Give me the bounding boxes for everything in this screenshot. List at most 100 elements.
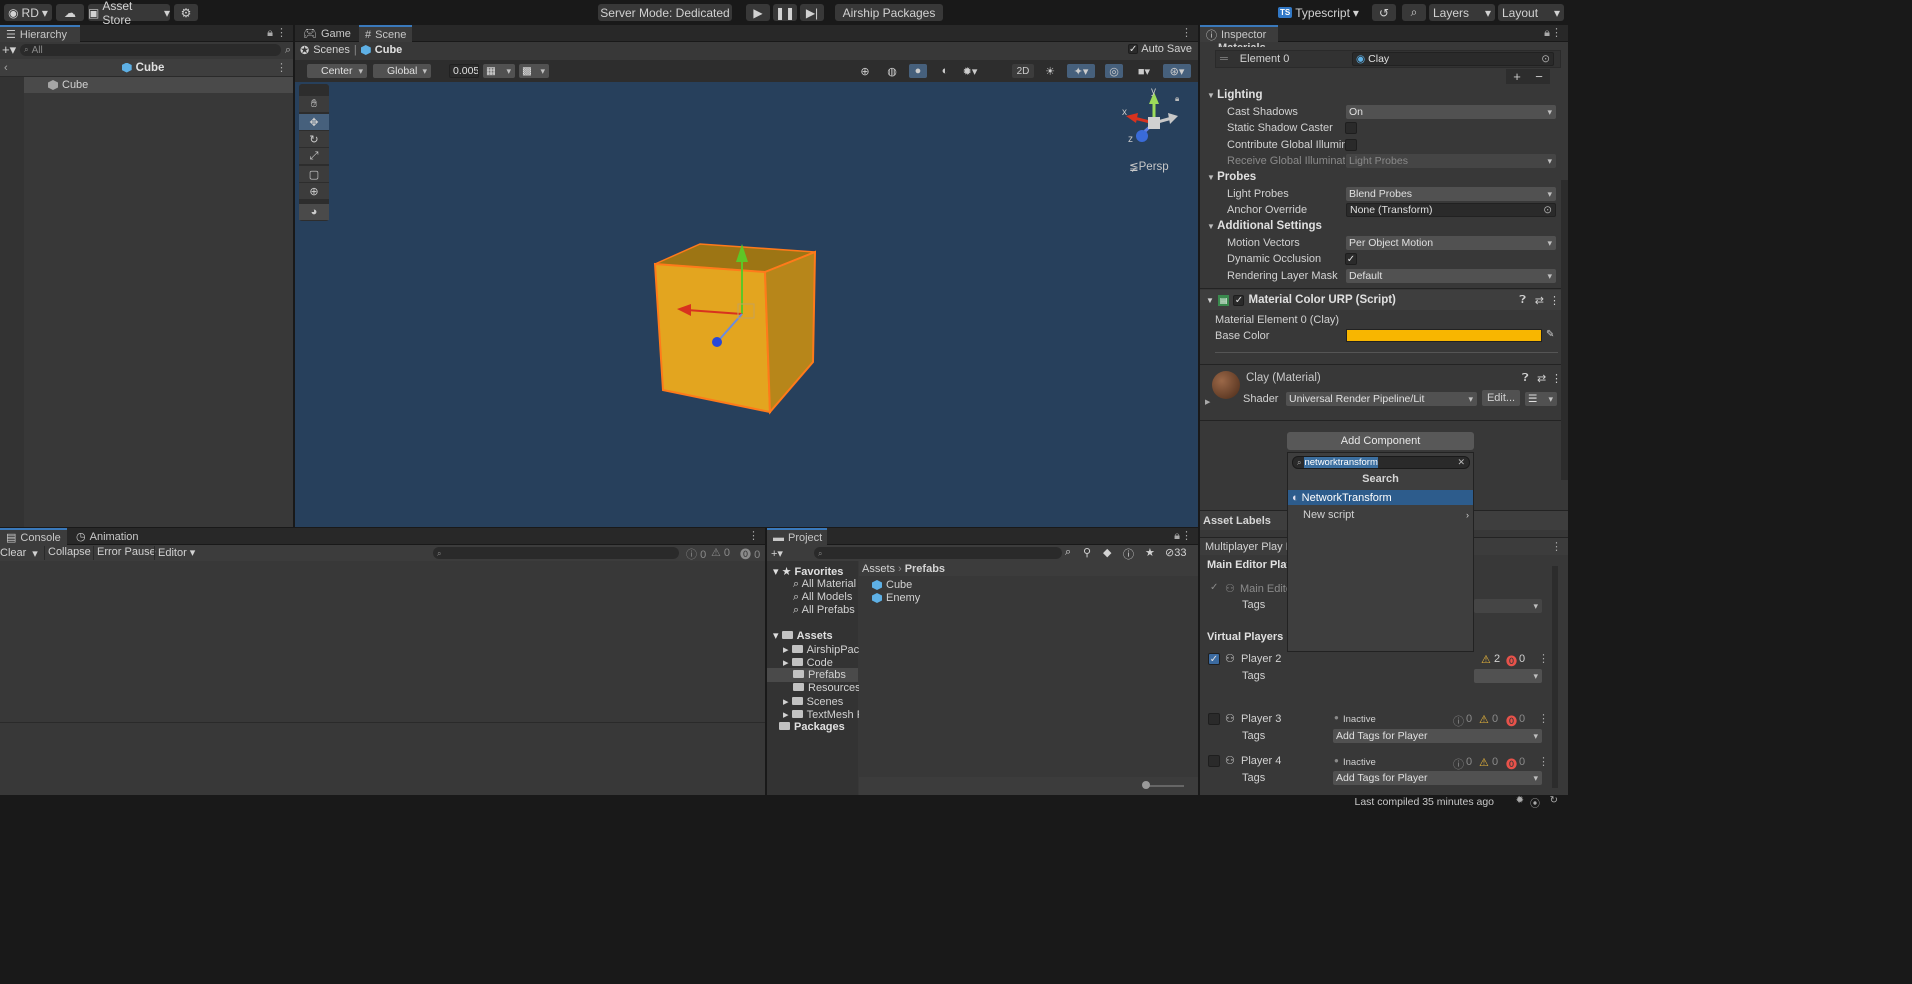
move-tool-icon[interactable]: ✥ xyxy=(299,114,329,130)
rendering-layer-dropdown[interactable]: Default xyxy=(1346,269,1556,283)
add-icon[interactable]: + xyxy=(1513,69,1521,84)
edit-shader-button[interactable]: Edit... xyxy=(1482,390,1520,406)
asset-store-button[interactable]: ▣ Asset Store ▾ xyxy=(88,0,170,27)
add-component-button[interactable]: Add Component xyxy=(1287,432,1474,450)
more-icon[interactable]: ⋮ xyxy=(1181,529,1192,542)
wireframe-icon[interactable]: ⊕ xyxy=(856,64,874,78)
expand-icon[interactable]: ▶ xyxy=(1205,398,1210,406)
back-icon[interactable]: ‹ xyxy=(4,62,8,74)
tab-hierarchy[interactable]: ☰ Hierarchy xyxy=(0,25,80,42)
player-2-tags-dropdown[interactable] xyxy=(1474,669,1542,683)
project-search-input[interactable]: ⌕ xyxy=(814,547,1062,559)
shaded-wire-icon[interactable]: ◍ xyxy=(883,64,901,78)
cloud-button[interactable]: ☁ xyxy=(56,4,84,21)
player-3-tags-dropdown[interactable]: Add Tags for Player xyxy=(1333,729,1542,743)
hierarchy-item[interactable]: Cube xyxy=(24,77,293,93)
account-dropdown[interactable]: ◉ RD ▾ xyxy=(4,4,52,21)
add-icon[interactable]: +▾ xyxy=(2,42,16,58)
remove-icon[interactable]: − xyxy=(1535,69,1543,84)
more-icon[interactable]: ⋮ xyxy=(748,529,759,542)
help-icon[interactable]: ❓︎ xyxy=(1522,372,1529,385)
receive-gi-dropdown[interactable]: Light Probes xyxy=(1346,154,1556,168)
pivot-dropdown[interactable]: Center xyxy=(307,64,367,78)
result-new-script[interactable]: New script › xyxy=(1288,507,1473,522)
search-scope-icon[interactable]: ⌕ xyxy=(1065,546,1071,559)
dynamic-occlusion-checkbox[interactable]: ✓ xyxy=(1345,253,1357,265)
tab-scene[interactable]: # Scene xyxy=(359,25,413,42)
debug-icon[interactable]: ✹▾ xyxy=(961,64,979,78)
multiplayer-scrollbar[interactable] xyxy=(1552,566,1558,788)
clear-button[interactable]: Clear xyxy=(0,547,26,559)
assets-header[interactable]: ▾ Assets xyxy=(773,629,833,642)
player-3-checkbox[interactable] xyxy=(1208,713,1220,725)
console-divider[interactable] xyxy=(0,722,765,723)
error-pause-button[interactable]: Error Pause xyxy=(93,546,159,560)
cube-object[interactable] xyxy=(635,232,835,422)
clear-icon[interactable]: ✕ xyxy=(1457,457,1465,468)
icon-size-slider[interactable] xyxy=(1144,785,1184,787)
shader-options-dropdown[interactable]: ☰ xyxy=(1525,392,1557,406)
object-picker-icon[interactable]: ⊙ xyxy=(1541,53,1550,65)
typescript-dropdown[interactable]: TS Typescript ▾ xyxy=(1278,4,1366,21)
light-probes-dropdown[interactable]: Blend Probes xyxy=(1346,187,1556,201)
auto-save-toggle[interactable]: ✓ Auto Save xyxy=(1128,43,1192,55)
cast-shadows-dropdown[interactable]: On xyxy=(1346,105,1556,119)
layout-dropdown[interactable]: Layout ▾ xyxy=(1498,4,1564,21)
folder-item[interactable]: ▸ Scenes xyxy=(783,695,843,708)
presets-icon[interactable]: ⇄ xyxy=(1535,294,1544,307)
filter-label-icon[interactable]: ◆ xyxy=(1103,546,1111,559)
transform-tool-icon[interactable]: ⊕ xyxy=(299,183,329,199)
rotate-tool-icon[interactable]: ↻ xyxy=(299,131,329,147)
more-icon[interactable]: ⋮ xyxy=(1538,755,1549,768)
layers-dropdown[interactable]: Layers ▾ xyxy=(1429,4,1495,21)
unlit-icon[interactable]: ◐ xyxy=(936,64,954,78)
hidden-objects-icon[interactable]: ◎ xyxy=(1105,64,1123,78)
probes-section[interactable]: Probes xyxy=(1207,171,1256,183)
step-button[interactable]: ▶| xyxy=(800,4,824,21)
pause-button[interactable]: ❚❚ xyxy=(773,4,797,21)
camera-icon[interactable]: ■▾ xyxy=(1130,64,1158,78)
folder-item-selected[interactable]: Prefabs xyxy=(793,669,846,681)
help-icon[interactable]: ❓︎ xyxy=(1519,294,1526,307)
folder-item[interactable]: ▸ TextMesh P xyxy=(783,708,864,721)
increment-snap-dropdown[interactable]: ▩ xyxy=(519,64,549,78)
scale-tool-icon[interactable]: ⤢ xyxy=(299,148,329,164)
folder-item[interactable]: Resources xyxy=(793,682,861,694)
settings-button[interactable]: ⚙ xyxy=(174,4,198,21)
additional-settings-section[interactable]: Additional Settings xyxy=(1207,220,1322,232)
asset-item[interactable]: Enemy xyxy=(872,592,920,604)
inspector-scrollbar[interactable] xyxy=(1561,180,1568,480)
play-button[interactable]: ▶ xyxy=(746,4,770,21)
player-4-tags-dropdown[interactable]: Add Tags for Player xyxy=(1333,771,1542,785)
static-shadow-checkbox[interactable] xyxy=(1345,122,1357,134)
more-icon[interactable]: ⋮ xyxy=(1538,712,1549,725)
favorite-star-icon[interactable]: ★ xyxy=(1145,546,1155,559)
auto-save-checkbox[interactable]: ✓ xyxy=(1128,44,1139,55)
shaded-icon[interactable]: ● xyxy=(909,64,927,78)
player-2-checkbox[interactable]: ✓ xyxy=(1208,653,1220,665)
lock-icon[interactable]: 🔒︎ xyxy=(1544,27,1550,40)
error-count-toggle[interactable]: ⓿ 0 xyxy=(740,546,760,562)
editor-dropdown[interactable]: Editor ▾ xyxy=(154,546,198,560)
scene-viewport[interactable]: ✋︎ ✥ ↻ ⤢ ▢ ⊕ ◕ y x z 🔒︎ ≨Persp xyxy=(295,82,1198,527)
tab-game[interactable]: 🎮︎ Game xyxy=(297,25,357,42)
element0-field[interactable]: ◉ Clay ⊙ xyxy=(1352,52,1554,66)
favorite-item[interactable]: ⌕ All Models xyxy=(793,591,852,604)
network-icon[interactable]: ⦿ xyxy=(1530,795,1540,810)
rect-tool-icon[interactable]: ▢ xyxy=(299,166,329,182)
lock-icon[interactable]: 🔒︎ xyxy=(1175,94,1179,104)
player-4-checkbox[interactable] xyxy=(1208,755,1220,767)
space-dropdown[interactable]: Global xyxy=(373,64,431,78)
tab-project[interactable]: ▬ Project xyxy=(767,528,827,545)
effects-icon[interactable]: ✦▾ xyxy=(1067,64,1095,78)
more-icon[interactable]: ⋮ xyxy=(1551,540,1562,553)
motion-vectors-dropdown[interactable]: Per Object Motion xyxy=(1346,236,1556,250)
add-icon[interactable]: +▾ xyxy=(771,547,783,560)
icon-size-slider-thumb[interactable] xyxy=(1142,781,1150,789)
mode-2d-button[interactable]: 2D xyxy=(1012,64,1034,78)
tab-console[interactable]: ▤ Console xyxy=(0,528,67,545)
more-icon[interactable]: ⋮ xyxy=(1538,652,1549,665)
result-networktransform[interactable]: ◐ NetworkTransform xyxy=(1288,490,1473,505)
presets-icon[interactable]: ⇄ xyxy=(1537,372,1546,385)
more-icon[interactable]: ⋮ xyxy=(1551,26,1562,39)
